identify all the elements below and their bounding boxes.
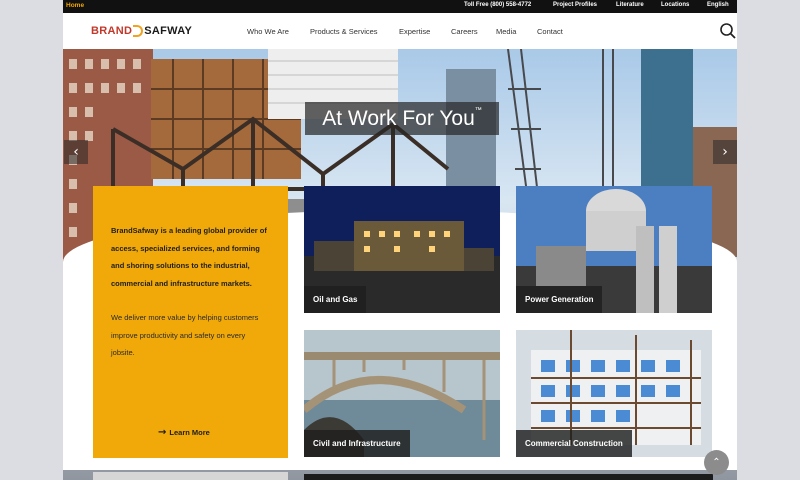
page: Home Toll Free (800) 558-4772 Project Pr… [63, 0, 737, 480]
logo-brand-text: BRAND [91, 25, 133, 37]
tile-power-generation[interactable]: Power Generation [516, 186, 712, 313]
carousel-next-button[interactable]: › [713, 140, 737, 164]
language-link[interactable]: English [707, 2, 729, 8]
nav-who-we-are[interactable]: Who We Are [247, 27, 289, 36]
search-button[interactable] [719, 22, 737, 40]
nav-careers[interactable]: Careers [451, 27, 478, 36]
project-profiles-link[interactable]: Project Profiles [553, 2, 597, 8]
tile-commercial-construction[interactable]: Commercial Construction [516, 330, 712, 457]
nav-expertise[interactable]: Expertise [399, 27, 430, 36]
brandsafway-logo[interactable]: BRAND SAFWAY [91, 23, 192, 39]
next-card-peek [93, 472, 288, 480]
nav-media[interactable]: Media [496, 27, 516, 36]
literature-link[interactable]: Literature [616, 2, 644, 8]
intro-sub-text: We deliver more value by helping custome… [111, 313, 259, 357]
trademark-symbol: ™ [474, 107, 482, 114]
search-icon [720, 23, 736, 39]
site-header: BRAND SAFWAY Who We Are Products & Servi… [63, 13, 737, 49]
learn-more-label: Learn More [169, 428, 210, 437]
tile-label: Civil and Infrastructure [304, 430, 410, 457]
home-link[interactable]: Home [66, 2, 84, 9]
tile-label: Power Generation [516, 286, 603, 313]
toll-free-link[interactable]: Toll Free (800) 558-4772 [464, 2, 531, 8]
next-section-peek [304, 474, 713, 480]
intro-card: BrandSafway is a leading global provider… [93, 186, 288, 458]
tile-label: Commercial Construction [516, 430, 632, 457]
hero-headline-text: At Work For You [322, 107, 475, 130]
intro-lead-text: BrandSafway is a leading global provider… [111, 226, 267, 288]
hero-headline: At Work For You™ [305, 102, 499, 135]
chevron-left-icon: ‹ [73, 144, 79, 160]
nav-products-services[interactable]: Products & Services [310, 27, 378, 36]
carousel-prev-button[interactable]: ‹ [64, 140, 88, 164]
tile-civil-and-infrastructure[interactable]: Civil and Infrastructure [304, 330, 500, 457]
utility-bar: Home Toll Free (800) 558-4772 Project Pr… [63, 0, 737, 13]
chevron-right-icon: › [722, 144, 728, 160]
tile-label: Oil and Gas [304, 286, 367, 313]
chevron-up-icon: ⌃ [712, 457, 721, 468]
locations-link[interactable]: Locations [661, 2, 689, 8]
tile-oil-and-gas[interactable]: Oil and Gas [304, 186, 500, 313]
nav-contact[interactable]: Contact [537, 27, 563, 36]
arrow-right-icon: → [158, 427, 167, 438]
logo-swoosh [133, 25, 144, 37]
learn-more-link[interactable]: → Learn More [158, 427, 210, 438]
scroll-to-top-button[interactable]: ⌃ [704, 450, 729, 475]
logo-safway-text: SAFWAY [144, 25, 193, 37]
